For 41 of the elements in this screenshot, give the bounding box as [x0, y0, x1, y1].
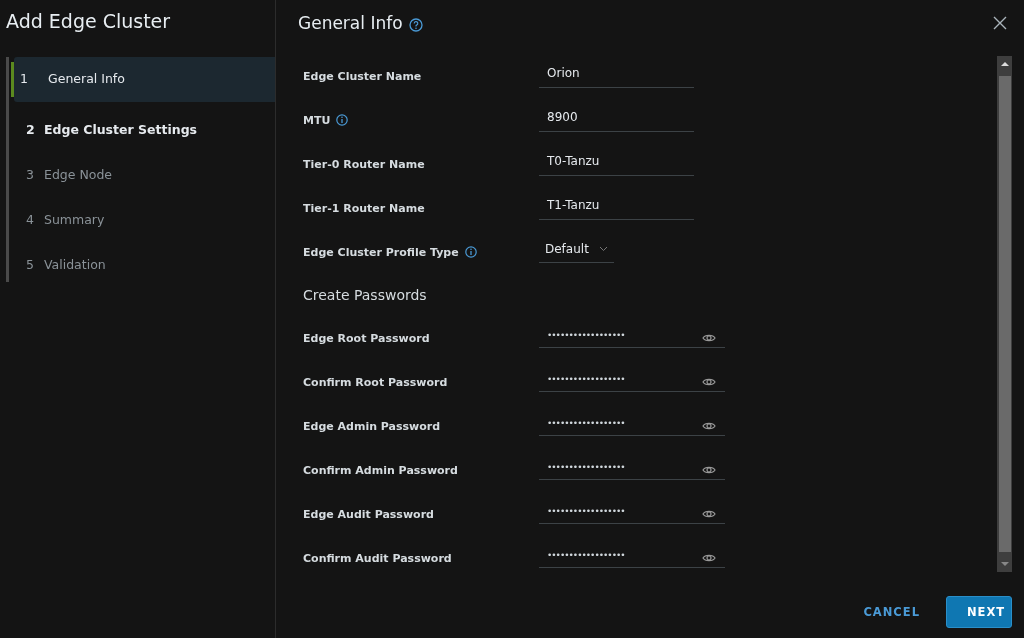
wizard-title: Add Edge Cluster [6, 10, 172, 34]
field-label: Edge Admin Password [303, 419, 441, 433]
text-field[interactable]: 8900 [539, 106, 694, 132]
field-label: Confirm Admin Password [303, 463, 458, 477]
field-label: Edge Cluster Profile Type [303, 245, 459, 259]
field-label: Edge Audit Password [303, 507, 434, 521]
info-icon[interactable] [336, 114, 349, 126]
eye-icon[interactable] [702, 332, 716, 343]
password-field[interactable]: •••••••••••••••••• [539, 326, 633, 347]
next-button[interactable]: NEXT [946, 596, 1012, 628]
eye-icon[interactable] [702, 508, 716, 519]
cancel-button[interactable]: CANCEL [855, 596, 928, 628]
field-label: Confirm Audit Password [303, 551, 452, 565]
field-label: Confirm Root Password [303, 375, 448, 389]
text-field[interactable]: T1-Tanzu [539, 194, 694, 220]
password-field[interactable]: •••••••••••••••••• [539, 458, 633, 479]
password-field[interactable]: •••••••••••••••••• [539, 414, 633, 435]
password-field[interactable]: •••••••••••••••••• [539, 370, 633, 391]
profile-type-dropdown[interactable]: Default [539, 239, 614, 263]
text-field[interactable]: T0-Tanzu [539, 150, 694, 176]
field-label: Edge Cluster Name [303, 69, 422, 83]
field-label: MTU [303, 113, 331, 127]
eye-icon[interactable] [702, 376, 716, 387]
help-icon[interactable] [408, 18, 423, 32]
field-label: Tier-1 Router Name [303, 201, 425, 215]
text-field[interactable]: Orion [539, 62, 694, 88]
page-title: General Info [298, 13, 403, 33]
section-heading: Create Passwords [303, 286, 428, 305]
scrollbar[interactable] [997, 56, 1012, 572]
field-label: Tier-0 Router Name [303, 157, 425, 171]
step-item[interactable]: 1 General Info [14, 57, 275, 102]
eye-icon[interactable] [702, 552, 716, 563]
chevron-down-icon [598, 246, 608, 252]
info-icon[interactable] [464, 246, 477, 258]
field-label: Edge Root Password [303, 331, 430, 345]
close-icon[interactable] [993, 16, 1007, 30]
step-item[interactable]: 2 Edge Cluster Settings [14, 111, 275, 147]
password-field[interactable]: •••••••••••••••••• [539, 502, 633, 523]
eye-icon[interactable] [702, 464, 716, 475]
password-field[interactable]: •••••••••••••••••• [539, 546, 633, 567]
eye-icon[interactable] [702, 420, 716, 431]
